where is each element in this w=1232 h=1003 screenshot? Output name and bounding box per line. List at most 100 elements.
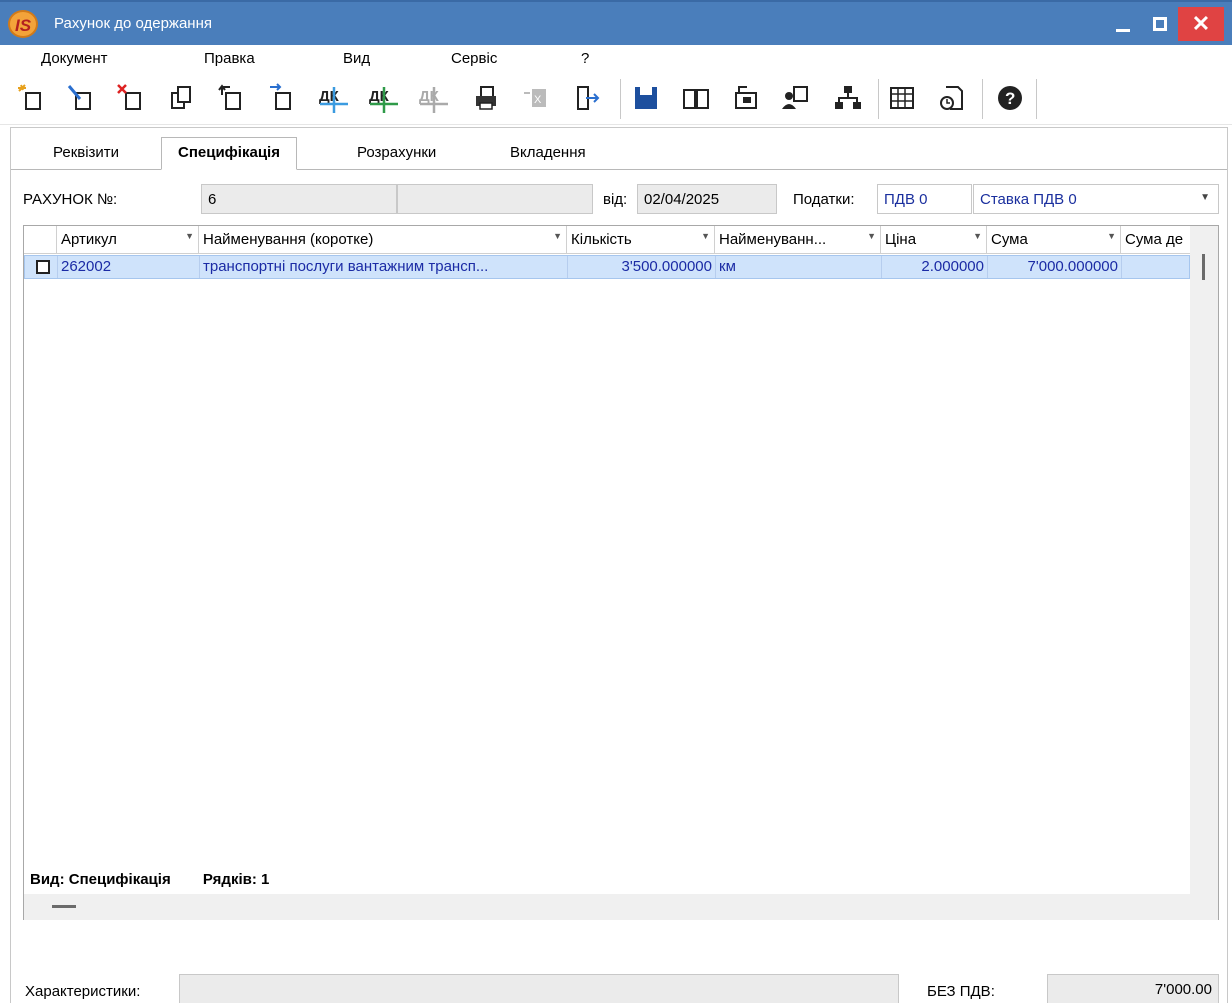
without-vat-field[interactable]: 7'000.00 — [1047, 974, 1219, 1003]
vertical-scrollbar[interactable] — [1190, 226, 1218, 919]
column-header-label: Артикул — [61, 231, 117, 248]
invoice-number-extra-field[interactable] — [397, 184, 593, 214]
column-header-label: Ціна — [885, 231, 917, 248]
toolbar: ДК ДК ДК X ? — [0, 75, 1232, 125]
filter-arrow-icon[interactable]: ▼ — [973, 231, 982, 241]
tab-settlements[interactable]: Розрахунки — [357, 144, 436, 161]
column-header-label: Сума де — [1125, 231, 1184, 248]
invoice-number-field[interactable]: 6 — [201, 184, 397, 214]
svg-text:X: X — [534, 94, 542, 106]
scroll-thumb[interactable] — [1202, 254, 1205, 280]
save-icon[interactable] — [630, 81, 662, 115]
filter-arrow-icon[interactable]: ▼ — [867, 231, 876, 241]
cell-sum: 7'000.000000 — [987, 256, 1121, 278]
toolbar-separator — [878, 79, 879, 119]
column-header-unit[interactable]: Найменуванн... ▼ — [714, 226, 880, 254]
archive-icon[interactable] — [730, 81, 762, 115]
debit-credit-green-icon[interactable]: ДК — [368, 81, 400, 115]
toolbar-separator — [620, 79, 621, 119]
date-field[interactable]: 02/04/2025 — [637, 184, 777, 214]
column-header-sum-extra[interactable]: Сума де — [1120, 226, 1190, 254]
column-header-name[interactable]: Найменування (коротке) ▼ — [198, 226, 566, 254]
invoice-number-label: РАХУНОК №: — [23, 191, 118, 208]
tax-rate-select[interactable]: Ставка ПДВ 0 ▼ — [973, 184, 1219, 214]
filter-arrow-icon[interactable]: ▼ — [185, 231, 194, 241]
row-checkbox[interactable] — [36, 260, 50, 274]
tab-attachments[interactable]: Вкладення — [510, 144, 586, 161]
menu-view[interactable]: Вид — [343, 50, 370, 67]
app-logo-icon: IS — [8, 10, 38, 38]
document-arrow-up-icon[interactable] — [216, 81, 248, 115]
print-icon[interactable] — [470, 81, 502, 115]
table-row[interactable]: 262002 транспортні послуги вантажним тра… — [24, 255, 1190, 279]
cell-name: транспортні послуги вантажним трансп... — [199, 256, 567, 278]
maximize-button[interactable] — [1140, 7, 1180, 41]
scroll-thumb[interactable] — [52, 905, 76, 908]
column-header-quantity[interactable]: Кількість ▼ — [566, 226, 714, 254]
filter-arrow-icon[interactable]: ▼ — [1107, 231, 1116, 241]
toolbar-separator — [982, 79, 983, 119]
status-view: Вид: Специфікація — [30, 871, 171, 888]
delete-document-icon[interactable] — [116, 81, 148, 115]
taxes-label: Податки: — [793, 191, 855, 208]
column-header-label: Найменування (коротке) — [203, 231, 374, 248]
tax-code-field[interactable]: ПДВ 0 — [877, 184, 972, 214]
exit-icon[interactable] — [572, 81, 604, 115]
toolbar-separator — [1036, 79, 1037, 119]
column-header-article[interactable]: Артикул ▼ — [56, 226, 198, 254]
copy-document-icon[interactable] — [166, 81, 198, 115]
tab-bar: Реквізити Специфікація Розрахунки Вкладе… — [11, 137, 1227, 170]
menu-help[interactable]: ? — [581, 50, 589, 67]
tax-rate-value: Ставка ПДВ 0 — [980, 191, 1077, 208]
tab-specification[interactable]: Специфікація — [161, 137, 297, 170]
menu-document[interactable]: Документ — [41, 50, 108, 67]
chevron-down-icon[interactable]: ▼ — [1200, 192, 1210, 203]
new-document-icon[interactable] — [16, 81, 48, 115]
title-bar: IS Рахунок до одержання ✕ — [0, 0, 1232, 45]
document-panel: Реквізити Специфікація Розрахунки Вкладе… — [10, 127, 1228, 1003]
specification-grid: Артикул ▼ Найменування (коротке) ▼ Кількіс… — [23, 225, 1219, 920]
disabled-export-icon: X — [520, 81, 552, 115]
debit-credit-gray-icon[interactable]: ДК — [418, 81, 450, 115]
horizontal-scrollbar[interactable] — [24, 894, 1218, 920]
hierarchy-icon[interactable] — [832, 81, 864, 115]
menu-service[interactable]: Сервіс — [451, 50, 497, 67]
edit-document-icon[interactable] — [66, 81, 98, 115]
status-row-count: Рядків: 1 — [202, 871, 270, 888]
minimize-button[interactable] — [1104, 7, 1144, 41]
svg-text:?: ? — [1005, 89, 1015, 108]
tab-requisites[interactable]: Реквізити — [53, 144, 119, 161]
grid-status: Вид: Специфікація Рядків: 1 — [30, 871, 269, 888]
menu-bar: Документ Правка Вид Сервіс ? — [0, 45, 1232, 75]
column-header-sum[interactable]: Сума ▼ — [986, 226, 1120, 254]
column-header-label: Сума — [991, 231, 1028, 248]
without-vat-label: БЕЗ ПДВ: — [927, 983, 995, 1000]
document-arrow-right-icon[interactable] — [266, 81, 298, 115]
cell-article: 262002 — [57, 256, 199, 278]
help-icon[interactable]: ? — [994, 81, 1026, 115]
column-header-label: Найменуванн... — [719, 231, 827, 248]
close-button[interactable]: ✕ — [1178, 7, 1224, 41]
characteristics-field[interactable] — [179, 974, 899, 1003]
svg-text:ДК: ДК — [419, 88, 440, 105]
document-clock-icon[interactable] — [936, 81, 968, 115]
cell-unit: км — [715, 256, 881, 278]
grid-header: Артикул ▼ Найменування (коротке) ▼ Кількіс… — [24, 226, 1190, 254]
user-document-icon[interactable] — [780, 81, 812, 115]
column-header-price[interactable]: Ціна ▼ — [880, 226, 986, 254]
menu-edit[interactable]: Правка — [204, 50, 255, 67]
filter-arrow-icon[interactable]: ▼ — [553, 231, 562, 241]
svg-text:ДК: ДК — [369, 88, 390, 105]
debit-credit-blue-icon[interactable]: ДК — [318, 81, 350, 115]
window-title: Рахунок до одержання — [54, 15, 212, 32]
svg-text:ДК: ДК — [319, 88, 340, 105]
date-label: від: — [603, 191, 628, 208]
cell-quantity: 3'500.000000 — [567, 256, 715, 278]
book-icon[interactable] — [680, 81, 712, 115]
cell-price: 2.000000 — [881, 256, 987, 278]
cell-sum-extra — [1121, 256, 1189, 278]
characteristics-label: Характеристики: — [25, 983, 141, 1000]
filter-arrow-icon[interactable]: ▼ — [701, 231, 710, 241]
column-header-label: Кількість — [571, 231, 632, 248]
table-icon[interactable] — [886, 81, 918, 115]
